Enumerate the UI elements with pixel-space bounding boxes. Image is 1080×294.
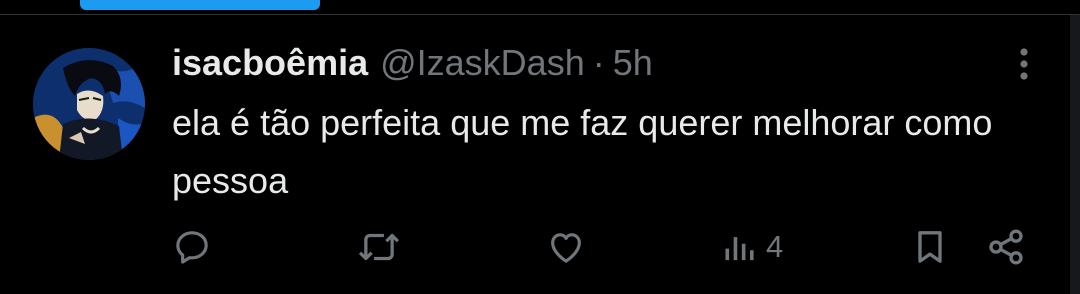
bookmark-button[interactable] — [910, 222, 950, 272]
retweet-icon — [358, 233, 400, 261]
avatar-image — [33, 48, 145, 160]
action-bar: 4 — [0, 222, 1080, 272]
tweet-header: isacboêmia @IzaskDash · 5h — [172, 40, 653, 86]
like-button[interactable] — [546, 222, 586, 272]
timestamp[interactable]: 5h — [613, 42, 653, 84]
views-icon — [725, 237, 754, 261]
divider — [0, 14, 1080, 15]
share-button[interactable] — [986, 222, 1026, 272]
views-button[interactable]: 4 — [724, 222, 783, 272]
tab-indicator — [80, 0, 320, 10]
reply-icon — [176, 231, 208, 264]
tweet-text: ela é tão perfeita que me faz querer mel… — [172, 102, 993, 201]
bookmark-icon — [918, 231, 942, 263]
separator-dot: · — [592, 42, 605, 83]
more-vertical-icon — [1020, 48, 1028, 80]
views-count: 4 — [766, 229, 784, 264]
display-name[interactable]: isacboêmia — [172, 42, 368, 84]
share-icon — [989, 229, 1023, 265]
heart-icon — [551, 233, 581, 263]
reply-button[interactable] — [172, 222, 212, 272]
more-options-button[interactable] — [1008, 44, 1040, 84]
retweet-button[interactable] — [356, 222, 402, 272]
user-handle[interactable]: @IzaskDash — [380, 42, 585, 84]
avatar[interactable] — [33, 48, 145, 160]
